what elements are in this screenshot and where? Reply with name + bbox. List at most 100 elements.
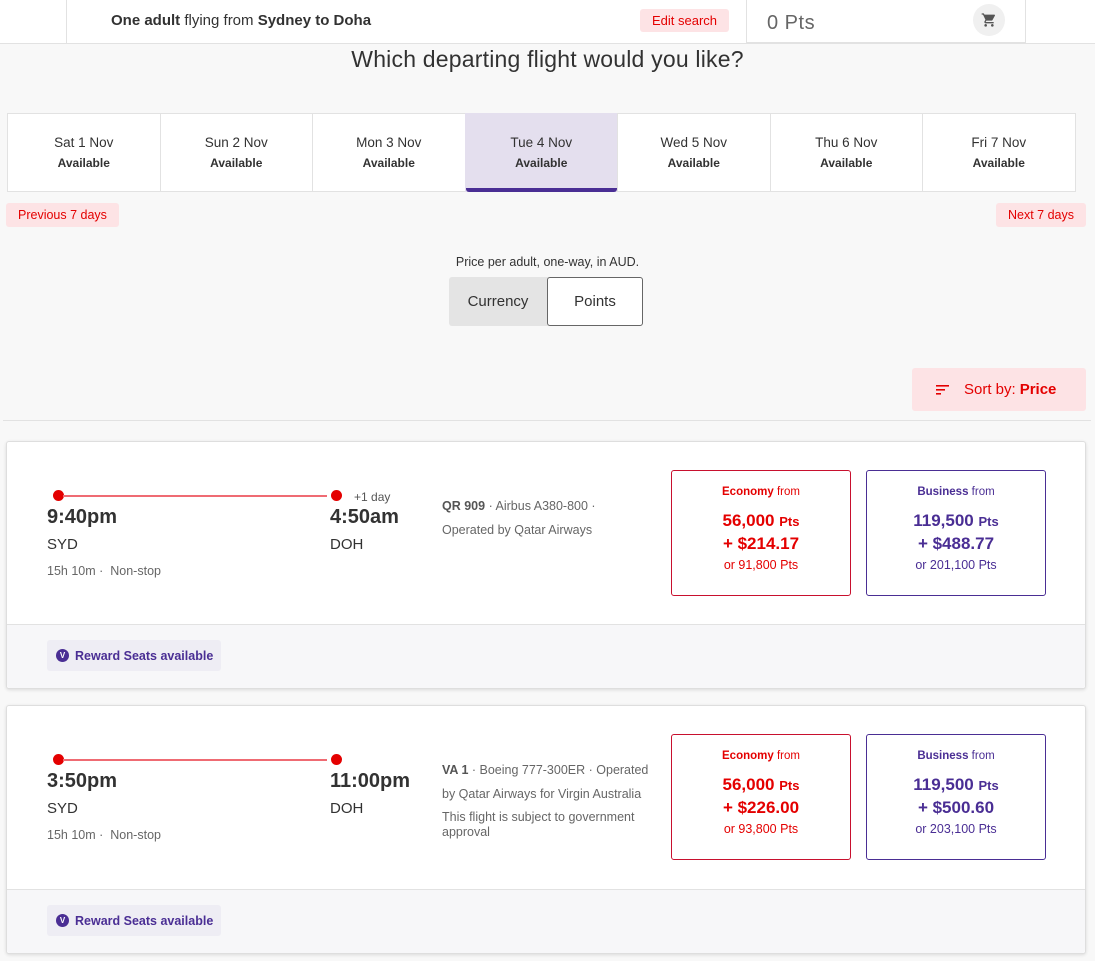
date-tab-mon-3-nov[interactable]: Mon 3 Nov Available <box>312 113 466 192</box>
route: Sydney to Doha <box>257 12 372 29</box>
points-balance-panel: 0 Pts <box>746 0 1026 43</box>
business-fare-button[interactable]: Business from 119,500 Pts + $488.77 or 2… <box>866 470 1046 596</box>
duration-value: 15h 10m <box>47 564 96 578</box>
departure-airport: SYD <box>47 536 78 553</box>
departure-time: 9:40pm <box>47 506 118 528</box>
route-bar <box>63 759 327 761</box>
from-label: from <box>776 750 800 762</box>
arrival-dot-icon <box>331 490 342 501</box>
points-unit: Pts <box>978 778 999 793</box>
flight-number: VA 1 <box>442 763 469 777</box>
reward-seats-badge: V Reward Seats available <box>47 905 222 936</box>
page-title: Which departing flight would you like? <box>351 46 744 72</box>
from-label: from <box>971 486 995 498</box>
price-note: Price per adult, one-way, in AUD. <box>455 255 640 269</box>
reward-seats-badge: V Reward Seats available <box>47 640 222 671</box>
reward-seats-label: Reward Seats available <box>75 648 214 663</box>
cabin-name: Business <box>917 486 969 498</box>
date-label: Tue 4 Nov <box>510 135 573 150</box>
date-tab-wed-5-nov[interactable]: Wed 5 Nov Available <box>617 113 771 192</box>
points-option[interactable]: Points <box>547 277 643 326</box>
arrival-dot-icon <box>331 754 342 765</box>
date-tab-tue-4-nov[interactable]: Tue 4 Nov Available <box>464 113 618 192</box>
date-label: Thu 6 Nov <box>815 135 878 150</box>
next-7-days-button[interactable]: Next 7 days <box>995 203 1086 227</box>
fare-points: 119,500 Pts <box>867 774 1045 797</box>
fare-points: 56,000 Pts <box>672 774 850 797</box>
duration-value: 15h 10m <box>47 828 96 842</box>
flight-info: VA 1 · Boeing 777-300ER · Operated by Qa… <box>442 758 657 840</box>
availability-label: Available <box>210 156 263 170</box>
flight-card: +1 day 9:40pm 4:50am SYD DOH 15h 10m · N… <box>6 441 1086 689</box>
fare-points: 56,000 Pts <box>672 510 850 533</box>
day-offset: +1 day <box>354 490 391 504</box>
fare-cash: + $226.00 <box>722 798 800 817</box>
availability-label: Available <box>972 156 1025 170</box>
cabin-label: Business from <box>867 750 1045 762</box>
fare-alternative: or 203,100 Pts <box>915 822 997 836</box>
date-tab-sun-2-nov[interactable]: Sun 2 Nov Available <box>159 113 313 192</box>
aircraft: Airbus A380-800 <box>495 499 588 513</box>
departure-time: 3:50pm <box>47 770 118 792</box>
economy-fare-button[interactable]: Economy from 56,000 Pts + $226.00 or 93,… <box>671 734 851 860</box>
availability-label: Available <box>362 156 415 170</box>
sort-value: Price <box>1019 381 1057 398</box>
reward-seats-label: Reward Seats available <box>75 913 214 928</box>
from-label: from <box>971 750 995 762</box>
arrival-time: 11:00pm <box>330 770 411 792</box>
fare-cash: + $488.77 <box>917 534 995 553</box>
currency-option[interactable]: Currency <box>449 277 547 326</box>
route-bar <box>63 495 327 497</box>
fare-alternative: or 93,800 Pts <box>723 822 799 836</box>
previous-7-days-button[interactable]: Previous 7 days <box>6 203 119 227</box>
cabin-label: Business from <box>867 486 1045 498</box>
duration: 15h 10m · Non-stop <box>47 564 161 578</box>
operator: Operated by Qatar Airways <box>442 523 593 537</box>
duration: 15h 10m · Non-stop <box>47 828 161 842</box>
summary-connector: flying from <box>180 12 258 29</box>
fare-points: 119,500 Pts <box>867 510 1045 533</box>
availability-label: Available <box>57 156 110 170</box>
availability-label: Available <box>667 156 720 170</box>
cart-button[interactable] <box>973 4 1005 36</box>
fare-cash: + $214.17 <box>722 534 800 553</box>
points-value: 119,500 <box>913 775 974 794</box>
flight-number: QR 909 <box>442 499 486 513</box>
stops: Non-stop <box>110 564 161 578</box>
date-tab-fri-7-nov[interactable]: Fri 7 Nov Available <box>922 113 1076 192</box>
flight-card: 3:50pm 11:00pm SYD DOH 15h 10m · Non-sto… <box>6 705 1086 954</box>
availability-label: Available <box>820 156 873 170</box>
route-line <box>53 754 342 765</box>
departure-airport: SYD <box>47 800 78 817</box>
date-label: Sun 2 Nov <box>204 135 268 150</box>
flight-card-footer: V Reward Seats available <box>7 889 1085 953</box>
points-balance: 0 Pts <box>767 12 816 34</box>
shopping-cart-icon <box>981 13 996 27</box>
sort-button[interactable]: Sort by: Price <box>912 368 1086 411</box>
date-label: Wed 5 Nov <box>660 135 728 150</box>
business-fare-button[interactable]: Business from 119,500 Pts + $500.60 or 2… <box>866 734 1046 860</box>
stops: Non-stop <box>110 828 161 842</box>
velocity-v-icon: V <box>56 914 69 927</box>
flight-card-main: +1 day 9:40pm 4:50am SYD DOH 15h 10m · N… <box>7 442 1085 625</box>
edit-search-button[interactable]: Edit search <box>640 9 730 32</box>
date-tab-sat-1-nov[interactable]: Sat 1 Nov Available <box>7 113 161 192</box>
date-tab-thu-6-nov[interactable]: Thu 6 Nov Available <box>769 113 923 192</box>
from-label: from <box>776 486 800 498</box>
economy-fare-button[interactable]: Economy from 56,000 Pts + $214.17 or 91,… <box>671 470 851 596</box>
arrival-airport: DOH <box>330 536 364 553</box>
points-unit: Pts <box>779 778 800 793</box>
cabin-name: Economy <box>722 486 774 498</box>
date-tabs: Sat 1 Nov Available Sun 2 Nov Available Mo… <box>7 113 1082 193</box>
passenger-count: One adult <box>111 12 181 29</box>
arrival-airport: DOH <box>330 800 364 817</box>
cabin-name: Business <box>917 750 969 762</box>
points-unit: Pts <box>779 514 800 529</box>
availability-label: Available <box>515 156 568 170</box>
sort-prefix: Sort by: <box>964 381 1016 398</box>
points-value: 56,000 <box>722 511 775 530</box>
flight-info: QR 909 · Airbus A380-800 · Operated by Q… <box>442 499 596 537</box>
cabin-label: Economy from <box>672 486 850 498</box>
date-label: Sat 1 Nov <box>54 135 114 150</box>
flight-card-main: 3:50pm 11:00pm SYD DOH 15h 10m · Non-sto… <box>7 706 1085 889</box>
